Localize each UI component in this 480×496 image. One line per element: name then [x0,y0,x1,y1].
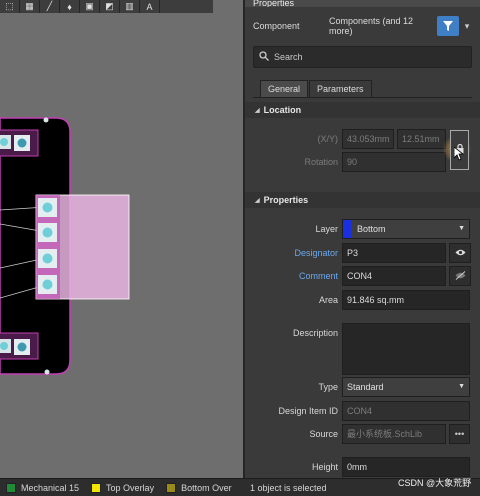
y-field[interactable]: 12.51mm [397,129,446,149]
tab-parameters[interactable]: Parameters [309,80,372,98]
selection-status-text: 1 object is selected [250,482,327,493]
pcb-board-drawing[interactable] [0,0,243,478]
section-properties-label: Properties [263,195,309,205]
watermark: CSDN @大象荒野 [398,478,472,488]
design-item-label: Design Item ID [278,406,338,416]
rotation-field[interactable]: 90 [342,152,446,172]
type-label: Type [318,382,338,392]
row-design-item: Design Item ID CON4 [245,400,480,422]
filter-key: Component [253,21,300,31]
source-label: Source [309,429,338,439]
height-field[interactable]: 0mm [342,457,470,477]
fill-icon[interactable]: ▣ [80,0,100,13]
search-box[interactable]: Search [253,46,472,68]
designator-field[interactable]: P3 [342,243,446,263]
layer-swatch [6,482,16,493]
text-icon[interactable]: ◩ [100,0,120,13]
layer-tab-top-overlay[interactable]: Top Overlay [85,479,160,496]
area-label: Area [318,295,338,305]
eye-icon [455,248,466,258]
section-location[interactable]: ◢ Location [245,102,480,118]
mouse-cursor-icon [454,147,464,161]
row-designator: Designator P3 [245,242,480,264]
row-description: Description [245,322,480,375]
pad-hole [0,342,8,350]
row-source: Source 最小系统板.SchLib ••• [245,423,480,445]
search-input[interactable]: Search [274,52,303,62]
designator-label: Designator [294,248,338,258]
pcb-canvas[interactable]: ⬚ ▦ ╱ ♦ ▣ ◩ ▥ A [0,0,243,478]
chevron-down-icon: ▼ [458,225,465,232]
canvas-toolbar: ⬚ ▦ ╱ ♦ ▣ ◩ ▥ A [0,0,213,13]
filter-icon[interactable] [437,16,459,36]
properties-panel: Properties Component Components (and 12 … [243,0,480,478]
chevron-down-icon: ▼ [458,383,465,390]
eye-hidden-icon [455,270,466,282]
line-icon[interactable]: ╱ [40,0,60,13]
chevron-down-icon[interactable]: ▾ [462,21,472,32]
source-field[interactable]: 最小系统板.SchLib [342,424,446,444]
row-comment: Comment CON4 [245,265,480,287]
pad-hole [17,138,27,148]
selection-filter-row: Component Components (and 12 more) ▾ [253,15,472,37]
via [44,369,50,375]
layer-value: Bottom [357,224,386,234]
comment-visibility-button[interactable] [449,266,471,286]
collapse-icon: ◢ [255,197,260,204]
comment-label: Comment [298,271,338,281]
panel-tabs: General Parameters [260,80,373,98]
comment-field[interactable]: CON4 [342,266,446,286]
layer-label: Layer [315,224,338,234]
pad-icon[interactable]: ♦ [60,0,80,13]
via [43,117,49,123]
search-icon [254,50,274,64]
height-label: Height [311,462,338,472]
delete-icon[interactable]: ▥ [120,0,140,13]
description-field[interactable] [342,323,470,375]
align-icon[interactable]: ▦ [20,0,40,13]
section-properties[interactable]: ◢ Properties [245,192,480,208]
row-area: Area 91.846 sq.mm [245,289,480,311]
dimension-icon[interactable]: A [140,0,160,13]
layer-swatch [91,482,102,493]
panel-title: Properties [245,0,480,7]
row-height: Height 0mm [245,456,480,478]
route-icon[interactable]: ⬚ [0,0,20,13]
row-layer: Layer Bottom ▼ [245,218,480,240]
tab-divider [253,97,472,98]
designator-visibility-button[interactable] [449,243,471,263]
layer-swatch [166,482,177,493]
section-location-label: Location [263,105,302,115]
xy-label: (X/Y) [317,134,338,144]
type-value: Standard [347,382,384,392]
filter-value[interactable]: Components (and 12 more) [329,16,437,36]
layer-tab-bottom-overlay[interactable]: Bottom Over [160,479,238,496]
layer-color-swatch [343,220,351,238]
tab-general[interactable]: General [260,80,309,98]
description-label: Description [292,328,338,338]
layer-tab-label: Bottom Over [181,482,232,493]
layer-tab-label: Top Overlay [106,482,155,493]
design-item-field[interactable]: CON4 [342,401,470,421]
pad-hole [0,138,8,146]
source-browse-button[interactable]: ••• [449,424,470,444]
area-field: 91.846 sq.mm [342,290,470,310]
rotation-label: Rotation [304,157,338,167]
layer-dropdown[interactable]: Bottom ▼ [342,219,470,239]
layer-tab-mechanical-15[interactable]: Mechanical 15 [0,479,85,496]
pad-hole [17,342,27,352]
layer-tab-label: Mechanical 15 [21,482,80,493]
type-dropdown[interactable]: Standard ▼ [342,377,470,397]
x-field[interactable]: 43.053mm [342,129,394,149]
collapse-icon: ◢ [255,107,260,114]
row-type: Type Standard ▼ [245,376,480,398]
